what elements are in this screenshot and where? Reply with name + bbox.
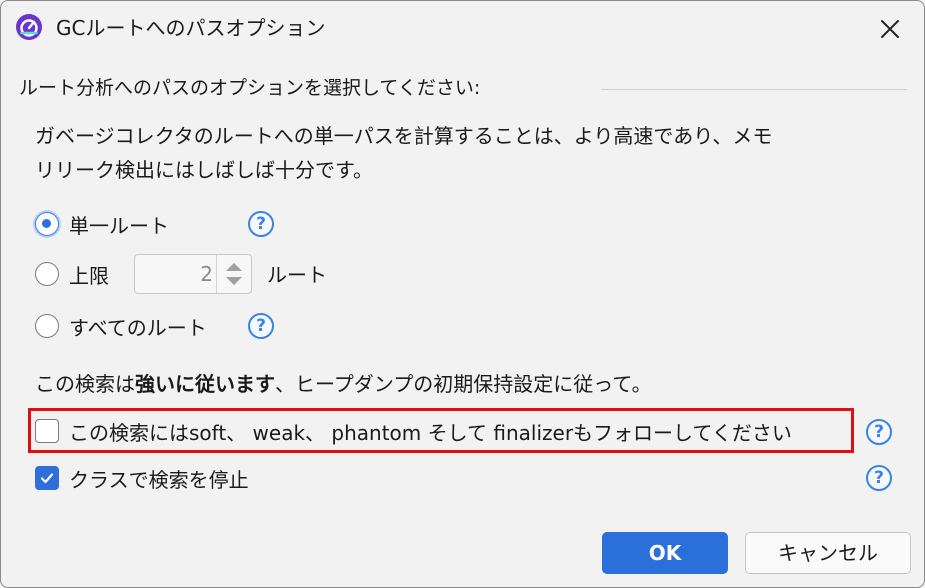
close-button[interactable] — [870, 9, 910, 49]
info-text: この検索は強いに従います、ヒープダンプの初期保持設定に従って。 — [35, 369, 652, 399]
app-icon — [16, 14, 42, 40]
chevron-down-icon[interactable] — [226, 277, 242, 285]
root-count-suffix: ルート — [267, 263, 327, 287]
radio-upper-limit-label: 上限 — [69, 263, 109, 288]
radio-single-root[interactable]: 単一ルート — [35, 207, 169, 241]
dialog-window: GCルートへのパスオプション ルート分析へのパスのオプションを選択してください:… — [0, 0, 925, 588]
radio-single-root-label: 単一ルート — [69, 213, 169, 238]
checkbox[interactable] — [35, 419, 59, 443]
title-bar: GCルートへのパスオプション — [1, 1, 924, 55]
help-icon[interactable]: ? — [248, 211, 274, 237]
help-icon[interactable]: ? — [866, 419, 892, 445]
description-text: ガベージコレクタのルートへの単一パスを計算することは、より高速であり、メモ リリ… — [35, 119, 895, 187]
checkbox-checked[interactable] — [35, 466, 59, 490]
radio-button[interactable] — [35, 314, 59, 338]
help-icon[interactable]: ? — [866, 465, 892, 491]
checkbox-follow-weak[interactable]: この検索にはsoft、 weak、 phantom そして finalizerも… — [35, 413, 792, 449]
radio-upper-limit[interactable]: 上限 — [35, 257, 109, 291]
checkmark-icon — [40, 473, 54, 484]
ok-button[interactable]: OK — [602, 532, 728, 574]
cancel-button[interactable]: キャンセル — [745, 532, 911, 574]
checkbox-follow-weak-label: この検索にはsoft、 weak、 phantom そして finalizerも… — [69, 420, 792, 445]
section-divider — [601, 89, 907, 90]
radio-button[interactable] — [35, 262, 59, 286]
description-line-1: ガベージコレクタのルートへの単一パスを計算することは、より高速であり、メモ — [35, 124, 773, 148]
description-line-2: リリーク検出にはしばしば十分です。 — [35, 158, 373, 182]
radio-all-roots[interactable]: すべてのルート — [35, 309, 207, 343]
info-bold: 強いに従います — [135, 372, 275, 396]
root-count-spinner[interactable]: 2 — [134, 254, 252, 294]
radio-button-checked[interactable] — [35, 212, 59, 236]
spinner-buttons — [216, 255, 251, 293]
checkbox-stop-at-class-label: クラスで検索を停止 — [69, 467, 249, 492]
info-prefix: この検索は — [35, 372, 135, 396]
chevron-up-icon[interactable] — [226, 263, 242, 271]
help-icon[interactable]: ? — [248, 313, 274, 339]
checkbox-stop-at-class[interactable]: クラスで検索を停止 — [35, 460, 249, 496]
section-heading: ルート分析へのパスのオプションを選択してください: — [19, 77, 481, 99]
root-count-value[interactable]: 2 — [135, 255, 213, 293]
window-title: GCルートへのパスオプション — [56, 16, 326, 40]
radio-all-roots-label: すべてのルート — [69, 315, 207, 340]
close-icon — [881, 20, 899, 38]
info-suffix: 、ヒープダンプの初期保持設定に従って。 — [275, 372, 652, 396]
